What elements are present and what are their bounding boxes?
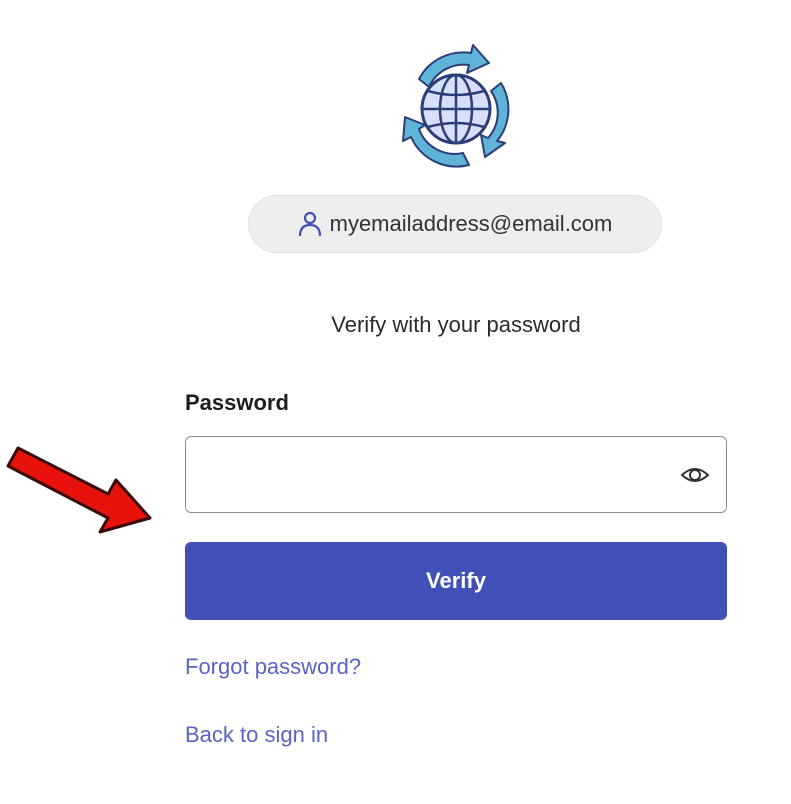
password-label: Password: [185, 390, 289, 415]
password-field[interactable]: [185, 436, 727, 513]
verify-password-page: myemailaddress@email.com Verify with you…: [0, 0, 791, 804]
eye-icon[interactable]: [680, 461, 710, 489]
identity-email: myemailaddress@email.com: [329, 211, 613, 236]
user-icon: [298, 211, 321, 237]
page-subtitle: Verify with your password: [331, 312, 581, 337]
verify-button[interactable]: Verify: [185, 542, 727, 620]
globe-sync-icon: [402, 44, 510, 168]
red-arrow-icon: [6, 446, 152, 534]
back-to-sign-in-link[interactable]: Back to sign in: [185, 722, 328, 748]
forgot-password-link[interactable]: Forgot password?: [185, 654, 361, 680]
identity-badge: myemailaddress@email.com: [248, 195, 662, 253]
password-input[interactable]: [198, 437, 668, 512]
